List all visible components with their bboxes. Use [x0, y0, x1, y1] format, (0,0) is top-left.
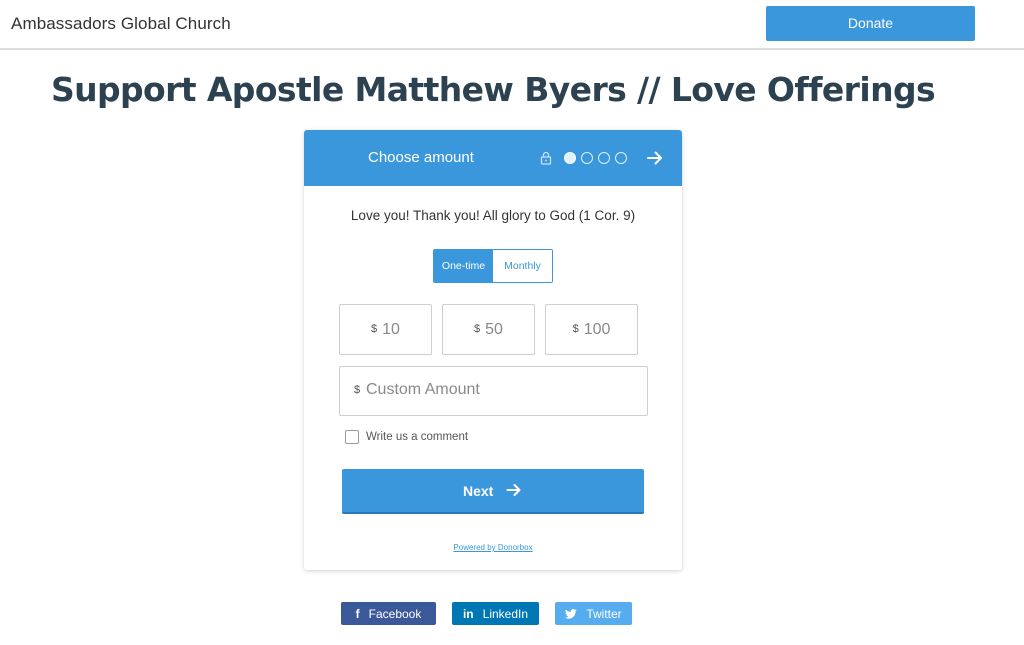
widget-header: Choose amount — [304, 130, 682, 186]
step-dot-4 — [615, 152, 627, 164]
facebook-label: Facebook — [368, 606, 422, 621]
next-label: Next — [463, 483, 494, 499]
comment-option: Write us a comment — [345, 429, 468, 445]
page-title: Support Apostle Matthew Byers // Love Of… — [50, 70, 936, 109]
amount-value: 100 — [583, 321, 611, 338]
custom-amount-input[interactable]: $ Custom Amount — [339, 366, 648, 416]
currency-symbol: $ — [354, 384, 361, 396]
currency-symbol: $ — [474, 323, 481, 335]
donate-button[interactable]: Donate — [766, 6, 975, 41]
donation-widget: Choose amount Love you! Thank you! All g… — [304, 130, 682, 570]
facebook-share-button[interactable]: f Facebook — [341, 602, 436, 625]
currency-symbol: $ — [572, 323, 579, 335]
arrow-right-icon — [506, 484, 521, 496]
twitter-label: Twitter — [586, 606, 622, 621]
currency-symbol: $ — [371, 323, 378, 335]
amount-option-10[interactable]: $10 — [339, 304, 432, 355]
amount-value: 50 — [485, 321, 503, 338]
frequency-toggle: One-time Monthly — [433, 249, 553, 283]
amount-option-100[interactable]: $100 — [545, 304, 638, 355]
donation-message: Love you! Thank you! All glory to God (1… — [350, 208, 636, 223]
top-bar: Ambassadors Global Church Donate — [0, 0, 1024, 50]
step-dot-2 — [581, 152, 593, 164]
comment-label[interactable]: Write us a comment — [366, 431, 468, 443]
twitter-icon — [565, 608, 578, 619]
one-time-button[interactable]: One-time — [434, 250, 493, 282]
arrow-right-icon[interactable] — [646, 149, 664, 167]
linkedin-icon: in — [462, 606, 474, 621]
custom-amount-placeholder: Custom Amount — [366, 381, 480, 398]
step-title: Choose amount — [368, 149, 474, 166]
facebook-icon: f — [355, 606, 360, 621]
step-dot-1 — [564, 152, 576, 164]
monthly-button[interactable]: Monthly — [493, 250, 552, 282]
step-indicator — [564, 152, 627, 164]
linkedin-label: LinkedIn — [482, 606, 529, 621]
twitter-share-button[interactable]: Twitter — [555, 602, 632, 625]
comment-checkbox[interactable] — [345, 430, 359, 444]
step-dot-3 — [598, 152, 610, 164]
org-name[interactable]: Ambassadors Global Church — [11, 14, 231, 34]
lock-icon — [540, 151, 552, 165]
amount-option-50[interactable]: $50 — [442, 304, 535, 355]
linkedin-share-button[interactable]: in LinkedIn — [452, 602, 539, 625]
amount-value: 10 — [382, 321, 400, 338]
next-button[interactable]: Next — [342, 469, 644, 514]
powered-by-link[interactable]: Powered by Donorbox — [304, 543, 682, 552]
